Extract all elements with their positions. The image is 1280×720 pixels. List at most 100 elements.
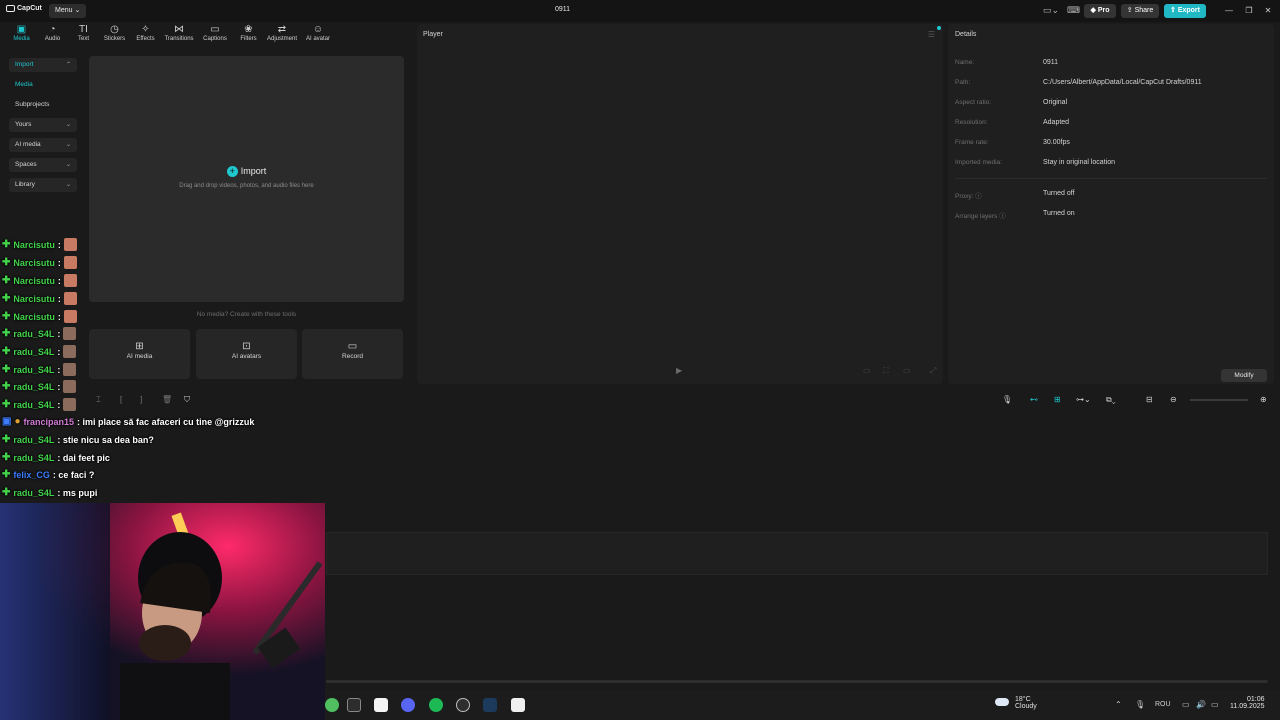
tab-transitions[interactable]: ⋈ Transitions xyxy=(161,24,197,48)
discord-icon[interactable] xyxy=(401,698,415,712)
modify-button[interactable]: Modify xyxy=(1221,369,1267,382)
shield-icon[interactable]: ⛉ xyxy=(184,395,190,405)
magnet-icon[interactable]: ⊷ xyxy=(1030,395,1038,404)
detail-row-name: Name: 0911 xyxy=(955,59,1059,66)
status-dot xyxy=(937,26,941,30)
chevron-up-icon[interactable]: ⌃ xyxy=(1115,700,1122,709)
chat-message: ✚ radu_S4L: stie nicu sa dea ban? xyxy=(2,434,154,445)
stickers-icon: ◷ xyxy=(110,24,119,35)
snapshot-icon[interactable]: ▭ xyxy=(863,366,871,375)
ratio-icon[interactable]: ▭ xyxy=(903,366,911,375)
split-right-icon[interactable]: ] xyxy=(140,395,142,404)
emote-icon xyxy=(63,256,77,269)
project-title: 0911 xyxy=(554,6,571,13)
close-icon[interactable]: ✕ xyxy=(1261,4,1275,18)
zoom-in-icon[interactable]: ⊕ xyxy=(1260,395,1267,404)
crop-icon[interactable]: ⛶ xyxy=(883,366,889,376)
tab-stickers[interactable]: ◷ Stickers xyxy=(99,24,130,48)
captions-icon: ▭ xyxy=(210,24,220,35)
chat-message: ✚ radu_S4L: xyxy=(2,327,77,340)
tab-effects[interactable]: ✧ Effects xyxy=(130,24,161,48)
restore-icon[interactable]: ❐ xyxy=(1242,4,1256,18)
import-hint: Drag and drop videos, photos, and audio … xyxy=(179,183,314,189)
emote-icon xyxy=(63,238,77,251)
app-icon[interactable] xyxy=(347,698,361,712)
chat-message: ✚ radu_S4L: xyxy=(2,380,77,393)
emote-icon xyxy=(63,310,77,323)
sidebar-item-import[interactable]: Import ⌃ xyxy=(9,58,77,72)
sidebar-item-spaces[interactable]: Spaces ⌄ xyxy=(9,158,77,172)
steam-icon[interactable] xyxy=(483,698,497,712)
pro-button[interactable]: ◆ Pro xyxy=(1084,4,1116,18)
title-bar: CapCut Menu ⌄ 0911 ▭⌄ ⌨ ◆ Pro ⇪ Share ⇧ … xyxy=(0,0,1280,22)
app-icon[interactable] xyxy=(456,698,470,712)
chat-message: ✚ Narcisutu: xyxy=(2,238,77,251)
split-left-icon[interactable]: [ xyxy=(120,395,122,404)
clock[interactable]: 01:06 11.09.2025 xyxy=(1230,696,1265,710)
preview-axis-icon[interactable]: ⊶⌄ xyxy=(1076,395,1091,404)
ai-avatars-card[interactable]: ⊡ AI avatars xyxy=(196,329,297,379)
chat-message: ✚ Narcisutu: xyxy=(2,274,77,287)
share-button[interactable]: ⇪ Share xyxy=(1121,4,1159,18)
record-card[interactable]: ▭ Record xyxy=(302,329,403,379)
layout-icon[interactable]: ▭⌄ xyxy=(1043,5,1059,16)
media-sidebar: Import ⌃ Media Subprojects Yours ⌄ AI medi… xyxy=(9,58,77,198)
language-indicator[interactable]: ROU xyxy=(1155,701,1171,708)
emote-icon xyxy=(63,380,77,393)
zoom-out-icon[interactable]: ⊖ xyxy=(1170,395,1177,404)
chevron-down-icon: ⌄ xyxy=(65,142,71,148)
link-icon[interactable]: ⊞ xyxy=(1054,395,1061,404)
shortcuts-icon[interactable]: ⌨ xyxy=(1067,5,1080,16)
tab-ai-avatar[interactable]: ☺ AI avatar xyxy=(300,24,336,48)
microphone-icon[interactable]: 🎙 xyxy=(1002,395,1012,404)
tab-audio[interactable]: ◔ Audio xyxy=(37,24,68,48)
chat-message: ✚ Narcisutu: xyxy=(2,292,77,305)
zoom-slider[interactable] xyxy=(1190,399,1248,401)
export-button[interactable]: ⇧ Export xyxy=(1164,4,1206,18)
timeline-track[interactable] xyxy=(326,532,1268,575)
clock-time: 01:06 xyxy=(1246,696,1265,703)
emote-icon xyxy=(63,398,77,411)
spotify-icon[interactable] xyxy=(429,698,443,712)
tab-media[interactable]: ▣ Media xyxy=(6,24,37,48)
capcut-icon[interactable] xyxy=(511,698,525,712)
sidebar-item-library[interactable]: Library ⌄ xyxy=(9,178,77,192)
microphone-icon[interactable]: 🎙 xyxy=(1135,700,1145,709)
app-icon[interactable] xyxy=(325,698,339,712)
ai-media-card[interactable]: ⊞ AI media xyxy=(89,329,190,379)
timeline-scrollbar[interactable] xyxy=(326,680,1268,683)
thumbnail-icon[interactable]: ⊟ xyxy=(1146,395,1153,404)
adjustment-icon: ⇄ xyxy=(277,24,287,35)
fullscreen-icon[interactable]: ⤢ xyxy=(930,366,936,376)
emote-icon xyxy=(63,327,77,340)
import-dropzone[interactable]: + Import Drag and drop videos, photos, an… xyxy=(89,56,404,302)
sidebar-item-media[interactable]: Media xyxy=(9,78,77,92)
import-button[interactable]: + Import xyxy=(89,166,404,177)
weather-widget[interactable]: 18°C Cloudy xyxy=(995,696,1037,710)
weather-temp: 18°C xyxy=(1015,696,1031,703)
sidebar-item-yours[interactable]: Yours ⌄ xyxy=(9,118,77,132)
chat-message: ✚ felix_CG: ce faci ? xyxy=(2,469,95,480)
network-icon[interactable]: ▭ xyxy=(1182,700,1190,709)
timeline-toolbar: ⌶ [ ] 🗑 ⛉ 🎙 ⊷ ⊞ ⊶⌄ ⧉⌄ ⊟ ⊖ ⊕ xyxy=(84,392,1280,408)
tab-text[interactable]: TI Text xyxy=(68,24,99,48)
tab-filters[interactable]: ❀ Filters xyxy=(233,24,264,48)
align-icon[interactable]: ⧉⌄ xyxy=(1106,395,1116,405)
delete-icon[interactable]: 🗑 xyxy=(162,395,172,404)
menu-icon[interactable]: ☰ xyxy=(928,30,935,39)
taskbar: 18°C Cloudy ⌃ 🎙 ROU ▭ 🔊 ▭ 01:06 11.09.20… xyxy=(325,690,1280,720)
emote-icon xyxy=(63,274,77,287)
store-icon[interactable] xyxy=(374,698,388,712)
tab-adjustment[interactable]: ⇄ Adjustment xyxy=(264,24,300,48)
chat-cut-line xyxy=(2,226,102,232)
tab-captions[interactable]: ▭ Captions xyxy=(197,24,233,48)
battery-icon[interactable]: ▭ xyxy=(1211,700,1219,709)
volume-icon[interactable]: 🔊 xyxy=(1196,700,1206,709)
badge-icon: ✚ xyxy=(2,328,11,339)
minimize-icon[interactable]: — xyxy=(1222,4,1236,18)
badge-icon: ✚ xyxy=(2,469,11,480)
sidebar-item-subprojects[interactable]: Subprojects xyxy=(9,98,77,112)
select-icon[interactable]: ⌶ xyxy=(96,395,101,405)
play-icon[interactable]: ▶ xyxy=(676,366,682,375)
sidebar-item-ai-media[interactable]: AI media ⌄ xyxy=(9,138,77,152)
